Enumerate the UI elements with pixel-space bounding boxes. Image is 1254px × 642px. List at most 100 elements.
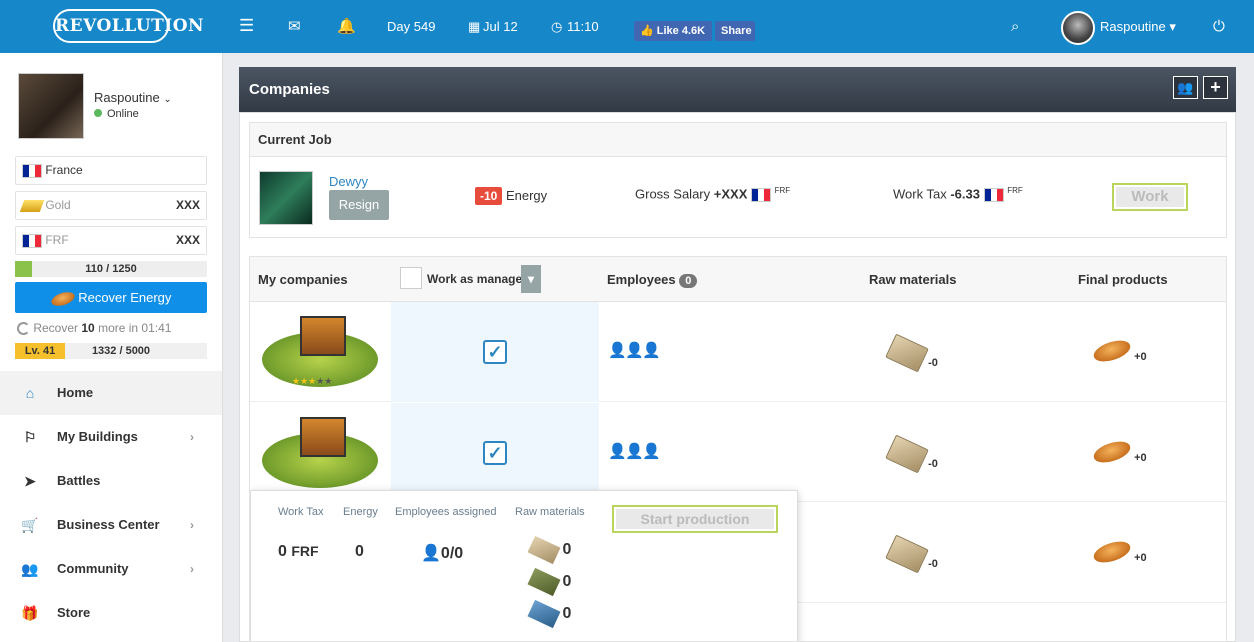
online-status: Online [94,108,139,120]
final-products-label: Final products [1078,272,1168,287]
search-icon[interactable]: ⌕ [1011,18,1019,36]
my-companies-card: My companies Work as manager ▾ Employees… [249,256,1227,642]
recover-energy-button[interactable]: Recover Energy [15,282,207,313]
final-product-cell: +0 [1091,336,1147,366]
raw-material-cell: -0 [885,434,938,474]
production-energy-value: 0 [355,543,364,560]
company-row: ✓ 👤👤👤 -0 +0 [250,403,1226,502]
users-icon: 👥 [1177,80,1194,95]
empty-employee-icon: 👤 [608,443,627,460]
facebook-share-button[interactable]: Share [715,21,755,41]
raw-material-cell: -0 [885,333,938,373]
france-flag-icon [751,187,771,202]
chevron-down-icon: ⌄ [163,94,172,105]
add-company-button[interactable]: + [1203,76,1228,99]
facebook-like-button[interactable]: 👍 Like 4.6K [634,21,712,41]
employee-slots: 👤👤👤 [608,342,661,360]
status-dot-icon [94,109,102,117]
energy-cost: -10 Energy [475,187,547,205]
my-companies-label: My companies [258,272,348,287]
sidebar: Raspoutine ⌄ Online France Gold XXX FRF XX… [0,53,223,642]
current-job-card: Current Job Dewyy Resign -10 Energy Gros… [249,122,1227,238]
companies-panel-header: Companies 👥 + [239,67,1236,112]
raw-material-cell: -0 [885,534,938,574]
work-button[interactable]: Work [1112,183,1188,211]
recover-timer: Recover 10 more in 01:41 [17,321,171,336]
cart-icon: 🛒 [21,517,39,533]
sidebar-item-home[interactable]: ⌂ Home [0,371,222,415]
raw-materials-label: Raw materials [869,272,957,287]
employees-label: Employees 0 [607,272,698,288]
energy-bar-fill [15,261,33,277]
home-icon: ⌂ [25,385,35,401]
revollution-logo[interactable]: REVOLLUTION [53,9,204,43]
user-icon: 👤 [421,545,441,562]
final-product-cell: +0 [1091,537,1147,567]
user-menu[interactable]: Raspoutine ▾ [1100,18,1176,36]
work-as-manager-label: Work as manager [427,272,527,286]
final-product-cell: +0 [1091,437,1147,467]
hamburger-menu-icon[interactable]: ☰ [239,17,254,35]
employees-count-badge: 0 [679,274,698,288]
raw-material-crate-icon [885,534,929,574]
employer-avatar[interactable] [259,171,313,225]
flag-icon: ⚐ [23,429,37,445]
company-building-icon[interactable]: ★★★★★ [262,310,378,395]
france-flag-icon [22,163,42,178]
employer-link[interactable]: Dewyy [329,174,368,189]
caret-down-icon: ▾ [527,272,535,286]
work-tax: Work Tax -6.33 FRF [893,186,1023,202]
thumbs-up-icon: 👍 [640,25,654,37]
empty-employee-icon: 👤 [642,342,661,359]
raw-material-amount: 0 [527,599,571,629]
production-raw-label: Raw materials [515,506,585,518]
empty-employee-icon: 👤 [625,342,644,359]
manager-dropdown-button[interactable]: ▾ [521,265,541,293]
mail-icon[interactable]: ✉ [288,18,301,36]
work-as-manager-checkbox[interactable] [400,267,422,289]
energy-bar: 110 / 1250 [15,261,207,277]
sidebar-item-community[interactable]: 👥 Community › [0,547,222,591]
resign-button[interactable]: Resign [329,190,389,220]
sidebar-item-business-center[interactable]: 🛒 Business Center › [0,503,222,547]
country-box[interactable]: France [15,156,207,185]
crate-tan-icon [527,535,561,565]
raw-material-amount: 0 [527,535,571,565]
gold-bar-icon [19,199,45,212]
row-checkbox[interactable]: ✓ [483,340,507,364]
page-title: Companies [249,81,330,98]
crate-blue-icon [527,599,561,629]
start-production-button[interactable]: Start production [612,505,778,533]
user-avatar[interactable] [1061,11,1095,45]
chevron-right-icon: › [190,430,194,444]
plus-icon: + [1210,77,1221,97]
employee-slots: 👤👤👤 [608,443,661,461]
gift-icon: 🎁 [21,605,39,621]
gold-value: XXX [175,198,200,212]
calendar-icon: ▦ [468,19,481,34]
level-badge: Lv. 41 [15,343,65,359]
caret-down-icon: ▾ [1169,19,1176,34]
power-icon[interactable]: ⏻ [1213,18,1225,36]
sidebar-item-store[interactable]: 🎁 Store [0,591,222,635]
company-building-icon[interactable] [262,411,378,496]
current-job-header: Current Job [250,123,1226,157]
sidebar-item-my-buildings[interactable]: ⚐ My Buildings › [0,415,222,459]
profile-avatar[interactable] [18,73,84,139]
spinner-icon [17,322,30,336]
profile-name[interactable]: Raspoutine ⌄ [94,90,172,105]
empty-employee-icon: 👤 [625,443,644,460]
employees-group-button[interactable]: 👥 [1173,76,1198,99]
france-flag-icon [22,233,42,248]
bread-icon [1091,336,1133,366]
chevron-right-icon: › [190,562,194,576]
main-content: Companies 👥 + Current Job Dewyy Resign -… [239,67,1236,642]
raw-material-amount: 0 [527,567,571,597]
time-text: 11:10 [567,19,599,34]
employees-assigned-value: 👤0/0 [421,545,464,562]
bell-icon[interactable]: 🔔 [337,18,356,36]
company-row: ★★★★★ ✓ 👤👤👤 -0 +0 [250,302,1226,402]
sidebar-item-battles[interactable]: ➤ Battles [0,459,222,503]
row-checkbox[interactable]: ✓ [483,441,507,465]
paper-plane-icon: ➤ [24,473,36,489]
